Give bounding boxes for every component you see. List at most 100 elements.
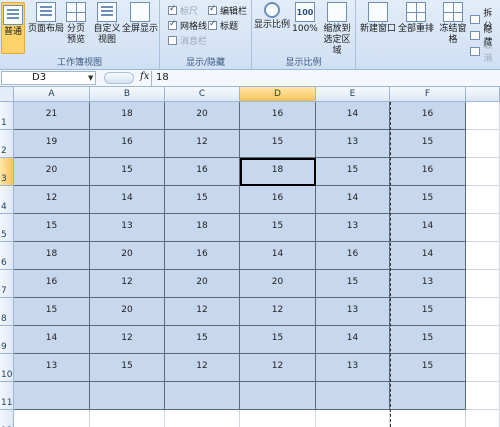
row-header-4[interactable]: 4 [0,186,14,214]
cell-f7[interactable]: 13 [390,270,466,298]
gridlines-checkbox[interactable]: 网格线 [168,19,207,32]
column-header-c[interactable]: C [165,87,240,102]
cell-g12[interactable] [466,410,500,427]
cell-c9[interactable]: 15 [165,326,240,354]
cell-g10[interactable] [466,354,500,382]
row-header-8[interactable]: 8 [0,298,14,326]
cell-c8[interactable]: 12 [165,298,240,326]
cell-a5[interactable]: 15 [14,214,90,242]
cell-d1[interactable]: 16 [240,102,316,130]
row-header-1[interactable]: 1 [0,102,14,130]
select-all-corner[interactable] [0,87,14,102]
cell-e1[interactable]: 14 [316,102,390,130]
cell-d4[interactable]: 16 [240,186,316,214]
custom-views-button[interactable]: 自定义 视图 [92,2,122,46]
cell-b2[interactable]: 16 [90,130,165,158]
formula-bar-checkbox[interactable]: 编辑栏 [208,4,247,17]
row-header-5[interactable]: 5 [0,214,14,242]
freeze-panes-button[interactable]: 冻结窗格 [436,2,470,46]
page-layout-button[interactable]: 页面布局 [28,2,64,35]
column-header-b[interactable]: B [90,87,165,102]
cell-e12[interactable] [316,410,390,427]
cell-g8[interactable] [466,298,500,326]
column-header-d[interactable]: D [240,87,316,102]
cell-d8[interactable]: 12 [240,298,316,326]
cell-d3[interactable]: 18 [240,158,316,186]
cell-f8[interactable]: 15 [390,298,466,326]
cell-d9[interactable]: 15 [240,326,316,354]
cell-g2[interactable] [466,130,500,158]
cell-a1[interactable]: 21 [14,102,90,130]
cell-f3[interactable]: 16 [390,158,466,186]
cell-g6[interactable] [466,242,500,270]
cell-g1[interactable] [466,102,500,130]
cell-f4[interactable]: 15 [390,186,466,214]
cell-g9[interactable] [466,326,500,354]
cell-b3[interactable]: 15 [90,158,165,186]
cell-d2[interactable]: 15 [240,130,316,158]
cell-b11[interactable] [90,382,165,410]
cell-g5[interactable] [466,214,500,242]
ruler-checkbox[interactable]: 标尺 [168,4,198,17]
cell-c7[interactable]: 20 [165,270,240,298]
cell-b12[interactable] [90,410,165,427]
cell-c10[interactable]: 12 [165,354,240,382]
cell-f12[interactable] [390,410,466,427]
cell-a3[interactable]: 20 [14,158,90,186]
cell-a11[interactable] [14,382,90,410]
row-header-9[interactable]: 9 [0,326,14,354]
cell-f9[interactable]: 15 [390,326,466,354]
cell-g4[interactable] [466,186,500,214]
cell-c6[interactable]: 16 [165,242,240,270]
cell-b10[interactable]: 15 [90,354,165,382]
cell-e6[interactable]: 16 [316,242,390,270]
cell-a4[interactable]: 12 [14,186,90,214]
zoom-button[interactable]: 显示比例 [254,2,290,31]
cell-b6[interactable]: 20 [90,242,165,270]
arrange-all-button[interactable]: 全部重排 [398,2,434,35]
cell-b8[interactable]: 20 [90,298,165,326]
cell-e11[interactable] [316,382,390,410]
row-header-2[interactable]: 2 [0,130,14,158]
column-header-a[interactable]: A [14,87,90,102]
cell-d6[interactable]: 14 [240,242,316,270]
row-header-3[interactable]: 3 [0,158,14,186]
row-header-10[interactable]: 10 [0,354,14,382]
cell-a9[interactable]: 14 [14,326,90,354]
zoom-to-selection-button[interactable]: 缩放到 选定区域 [320,2,354,57]
cell-g7[interactable] [466,270,500,298]
cell-f10[interactable]: 15 [390,354,466,382]
headings-checkbox[interactable]: 标题 [208,19,238,32]
cell-g3[interactable] [466,158,500,186]
cell-g11[interactable] [466,382,500,410]
column-header-f[interactable]: F [390,87,466,102]
message-bar-checkbox[interactable]: 消息栏 [168,34,207,47]
cell-d12[interactable] [240,410,316,427]
full-screen-button[interactable]: 全屏显示 [122,2,158,35]
cell-e10[interactable]: 13 [316,354,390,382]
cell-a8[interactable]: 15 [14,298,90,326]
cell-f11[interactable] [390,382,466,410]
column-header-next[interactable] [466,87,500,102]
cell-c3[interactable]: 16 [165,158,240,186]
cell-f5[interactable]: 14 [390,214,466,242]
cell-e5[interactable]: 13 [316,214,390,242]
cell-b7[interactable]: 12 [90,270,165,298]
cell-c11[interactable] [165,382,240,410]
cell-e2[interactable]: 13 [316,130,390,158]
cell-f1[interactable]: 16 [390,102,466,130]
row-header-11[interactable]: 11 [0,382,14,410]
cell-c4[interactable]: 15 [165,186,240,214]
name-box[interactable]: D3 [1,71,96,85]
cell-c2[interactable]: 12 [165,130,240,158]
cell-d11[interactable] [240,382,316,410]
row-header-6[interactable]: 6 [0,242,14,270]
cell-b9[interactable]: 12 [90,326,165,354]
formula-bar-grip[interactable] [104,72,134,84]
row-header-12[interactable]: 12 [0,410,14,427]
cell-b5[interactable]: 13 [90,214,165,242]
cell-d10[interactable]: 12 [240,354,316,382]
cell-c1[interactable]: 20 [165,102,240,130]
insert-function-icon[interactable]: fx [140,71,149,82]
formula-input[interactable]: 18 [156,72,169,83]
